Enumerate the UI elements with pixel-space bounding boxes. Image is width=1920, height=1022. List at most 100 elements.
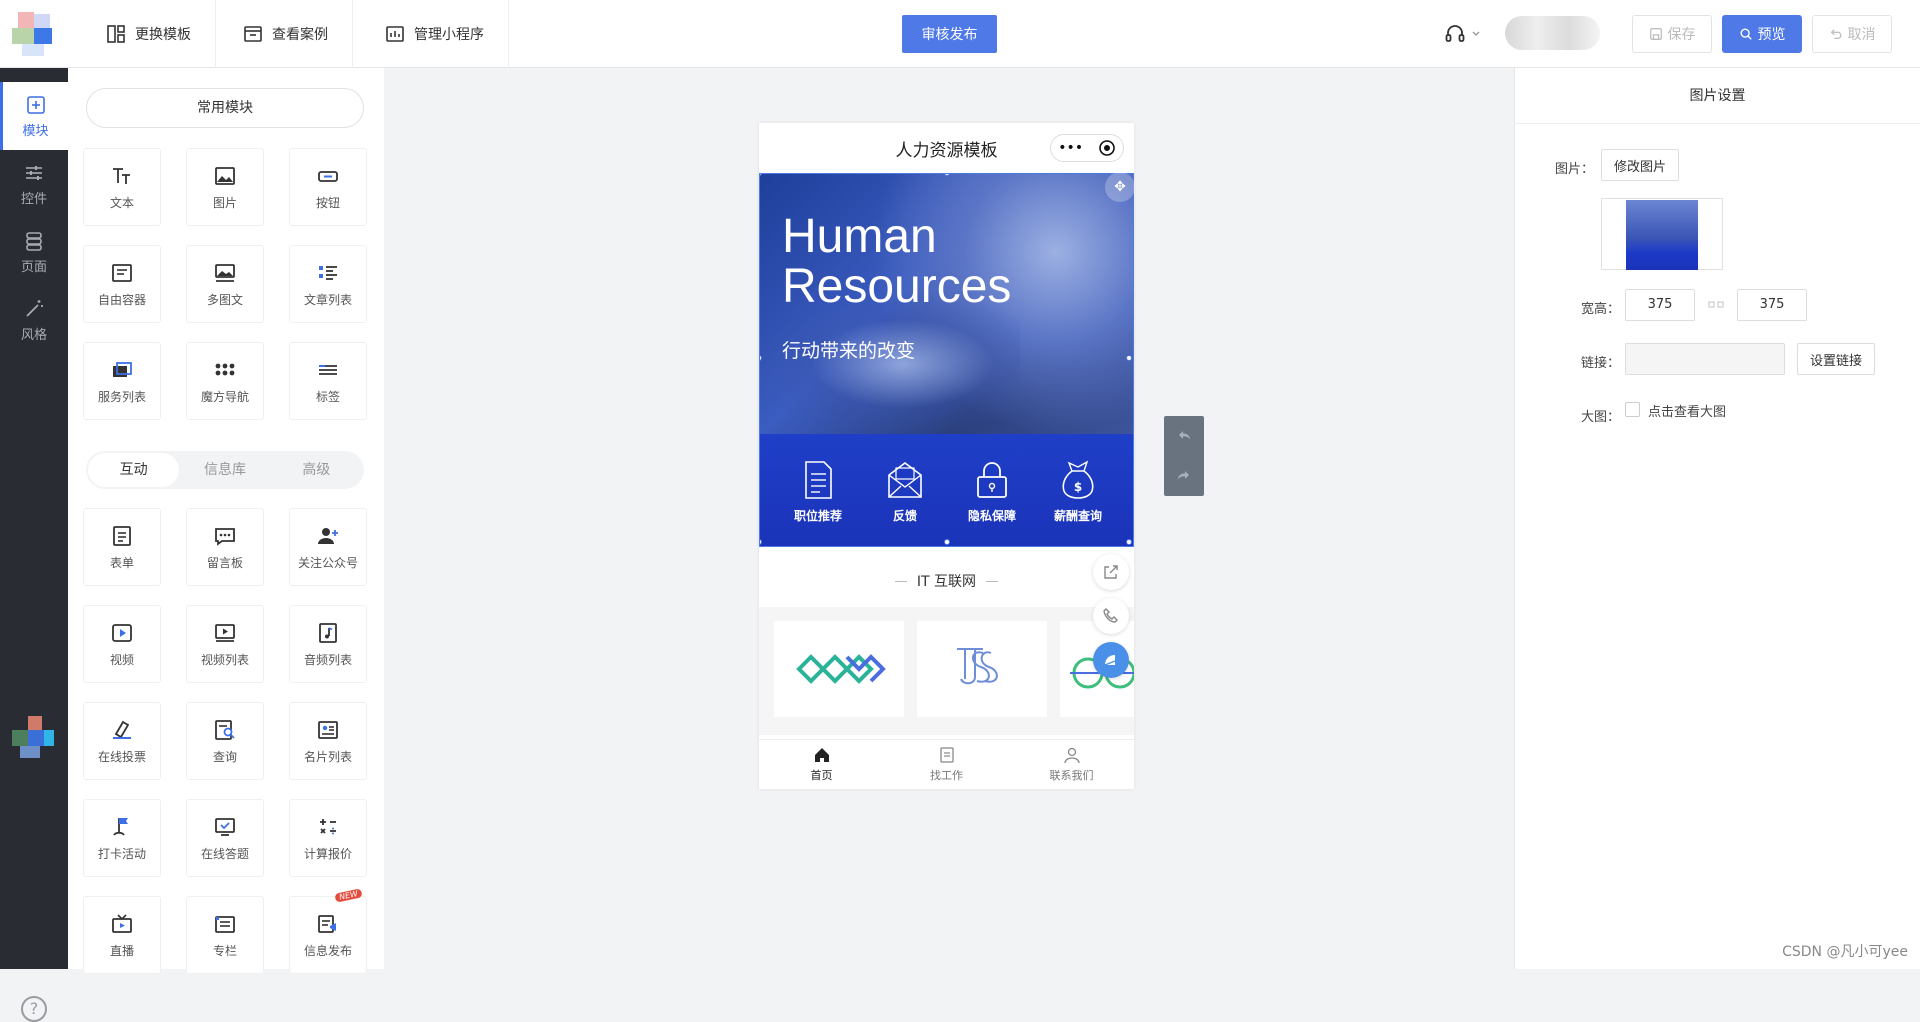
resize-handle[interactable] [1126,539,1132,545]
partner-logo[interactable] [774,621,904,717]
nav-view-cases[interactable]: 查看案例 [218,0,353,68]
resize-handle[interactable] [760,174,762,176]
tab-advanced[interactable]: 高级 [271,453,362,487]
divider [894,580,907,582]
module-follow-account[interactable]: 关注公众号 [289,508,367,586]
banner-item-privacy[interactable]: 隐私保障 [952,459,1032,524]
watermark: CSDN @凡小可yee [1782,944,1908,960]
banner-title-line2: Resources [782,260,1012,313]
nav-change-template[interactable]: 更换模板 [81,0,216,68]
drag-move-icon[interactable]: ✥ [1105,172,1135,202]
miniprogram-capsule[interactable]: ••• [1050,134,1124,162]
preview-button[interactable]: 预览 [1722,15,1802,53]
link-input[interactable] [1625,343,1785,375]
banner-image[interactable]: Human Resources 行动带来的改变 职位推荐 反馈 隐私保障 $ 薪… [759,173,1134,547]
module-multi-image-text[interactable]: 多图文 [186,245,264,323]
bigimg-checkbox[interactable] [1625,402,1640,417]
module-button[interactable]: 按钮 [289,148,367,226]
nav-manage-miniprogram-label: 管理小程序 [414,27,484,43]
app-logo[interactable] [12,12,58,58]
module-calc-quote[interactable]: 计算报价 [289,799,367,877]
module-text[interactable]: 文本 [83,148,161,226]
sidebar-item-pages[interactable]: 页面 [0,218,68,286]
set-link-button[interactable]: 设置链接 [1797,343,1876,375]
tabbar-find-job[interactable]: 找工作 [884,740,1009,789]
banner-item-salary[interactable]: $ 薪酬查询 [1038,459,1118,524]
tabbar-contact[interactable]: 联系我们 [1009,740,1134,789]
banner-item-feedback[interactable]: 反馈 [865,459,945,524]
resize-handle[interactable] [944,539,950,545]
preview-label: 预览 [1757,27,1786,43]
banner-item-jobs[interactable]: 职位推荐 [778,459,858,524]
module-card-list[interactable]: 名片列表 [289,702,367,780]
query-icon [215,719,235,740]
common-modules-title[interactable]: 常用模块 [86,88,364,128]
phone-float-button[interactable] [1093,598,1129,634]
more-icon[interactable]: ••• [1058,140,1083,156]
tabbar-home[interactable]: 首页 [759,740,884,789]
module-form[interactable]: 表单 [83,508,161,586]
category-label: IT 互联网 [916,574,977,590]
image-thumbnail[interactable] [1601,198,1723,270]
support-menu[interactable] [1443,22,1483,46]
undo-icon [1830,29,1841,39]
module-tag[interactable]: 标签 [289,342,367,420]
lock-icon [977,462,1007,498]
publish-button[interactable]: 审核发布 [902,15,997,53]
tile-label: 查询 [212,749,237,764]
change-image-button[interactable]: 修改图片 [1601,149,1680,181]
plus-square-icon [26,95,45,114]
cancel-button[interactable]: 取消 [1812,15,1892,53]
save-label: 保存 [1667,27,1696,43]
left-sidebar: 模块 控件 页面 风格 ? [0,68,68,1022]
tile-label: 视频列表 [200,652,249,667]
close-circle-icon[interactable] [1098,139,1116,157]
undo-button[interactable] [1164,416,1204,456]
module-online-quiz[interactable]: 在线答题 [186,799,264,877]
module-query[interactable]: 查询 [186,702,264,780]
link-label: 链接： [1581,356,1621,371]
module-checkin[interactable]: 打卡活动 [83,799,161,877]
tile-label: 音频列表 [303,652,352,667]
bigimg-option-label: 点击查看大图 [1648,405,1727,420]
module-info-publish[interactable]: NEW 信息发布 [289,888,367,974]
tile-label: 自由容器 [97,292,146,307]
module-live[interactable]: 直播 [83,896,161,974]
money-bag-icon: $ [1062,460,1094,499]
help-icon[interactable]: ? [21,996,47,1022]
banner-item-label: 薪酬查询 [1053,509,1102,523]
module-column[interactable]: 专栏 [186,896,264,974]
module-cube-nav[interactable]: 魔方导航 [186,342,264,420]
grid-dots-icon [215,363,235,375]
module-video-list[interactable]: 视频列表 [186,605,264,683]
user-pixel-avatar[interactable] [10,716,58,764]
partner-logo[interactable] [917,621,1047,717]
redo-button[interactable] [1164,456,1204,496]
sidebar-item-modules[interactable]: 模块 [0,82,68,150]
module-video[interactable]: 视频 [83,605,161,683]
module-image[interactable]: 图片 [186,148,264,226]
link-ratio-icon[interactable] [1708,300,1724,310]
thumbnail-picture [1626,200,1698,270]
module-service-list[interactable]: 服务列表 [83,342,161,420]
save-button[interactable]: 保存 [1632,15,1712,53]
tile-label: 服务列表 [97,389,146,404]
service-float-button[interactable] [1093,642,1129,678]
user-avatar[interactable] [1505,16,1600,50]
tab-interactive[interactable]: 互动 [88,453,180,487]
module-free-container[interactable]: 自由容器 [83,245,161,323]
sidebar-item-controls[interactable]: 控件 [0,150,68,218]
module-article-list[interactable]: 文章列表 [289,245,367,323]
module-message-board[interactable]: 留言板 [186,508,264,586]
tile-label: 多图文 [206,292,243,307]
module-audio-list[interactable]: 音频列表 [289,605,367,683]
sidebar-item-style[interactable]: 风格 [0,286,68,354]
resize-handle[interactable] [1126,355,1132,361]
share-float-button[interactable] [1093,554,1129,590]
cancel-label: 取消 [1847,27,1876,43]
width-input[interactable]: 375 [1625,289,1695,321]
tab-info-library[interactable]: 信息库 [179,453,270,487]
height-input[interactable]: 375 [1737,289,1807,321]
module-online-vote[interactable]: 在线投票 [83,702,161,780]
nav-manage-miniprogram[interactable]: 管理小程序 [360,0,509,68]
